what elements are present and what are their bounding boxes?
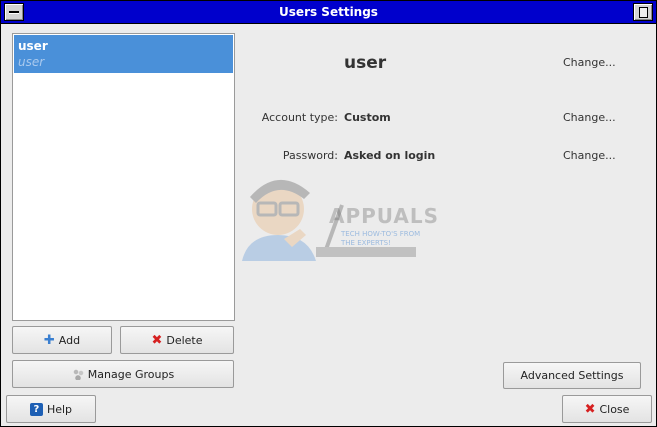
maximize-button[interactable] <box>633 3 653 21</box>
username-heading: user <box>344 53 387 73</box>
account-type-value: Custom <box>344 111 391 124</box>
help-button-label: Help <box>46 402 73 416</box>
advanced-settings-button-label: Advanced Settings <box>520 369 624 382</box>
user-list-item-subtitle: user <box>18 55 45 69</box>
users-settings-window: Users Settings user user ✚ Add ✖ Delete … <box>0 0 657 427</box>
groups-icon <box>71 368 84 380</box>
change-account-type-link[interactable]: Change... <box>563 111 616 124</box>
close-button-label: Close <box>599 402 630 416</box>
manage-groups-button[interactable]: Manage Groups <box>12 360 234 388</box>
help-button[interactable]: ? Help <box>6 395 96 423</box>
change-username-link[interactable]: Change... <box>563 56 616 69</box>
manage-groups-button-label: Manage Groups <box>87 367 175 381</box>
plus-icon: ✚ <box>43 332 55 348</box>
watermark-tagline: TECH HOW-TO'S FROM THE EXPERTS! <box>341 230 421 247</box>
help-icon: ? <box>29 402 43 416</box>
password-label: Password: <box>282 149 338 162</box>
account-type-label: Account type: <box>261 111 338 124</box>
window-title: Users Settings <box>279 5 378 19</box>
add-button-label: Add <box>58 333 81 347</box>
user-list[interactable]: user user <box>12 33 235 321</box>
close-button[interactable]: ✖ Close <box>562 395 652 423</box>
change-password-link[interactable]: Change... <box>563 149 616 162</box>
title-bar[interactable]: Users Settings <box>1 1 656 24</box>
user-list-item[interactable]: user user <box>14 35 233 73</box>
advanced-settings-button[interactable]: Advanced Settings <box>503 362 641 389</box>
user-list-item-name: user <box>18 39 48 53</box>
password-value: Asked on login <box>344 149 436 162</box>
watermark-brand: APPUALS <box>329 204 440 228</box>
delete-button-label: Delete <box>166 333 203 347</box>
close-icon: ✖ <box>584 401 596 417</box>
x-icon: ✖ <box>151 332 163 348</box>
add-button[interactable]: ✚ Add <box>12 326 112 354</box>
delete-button[interactable]: ✖ Delete <box>120 326 234 354</box>
